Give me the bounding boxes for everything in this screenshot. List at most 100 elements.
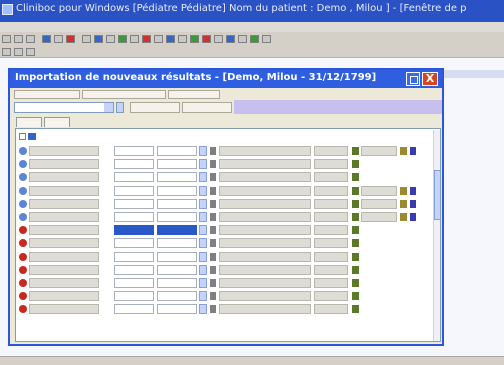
chevron-down-icon[interactable]: [199, 172, 207, 183]
toolbar-icon[interactable]: [130, 35, 139, 43]
toolbar-icon[interactable]: [178, 35, 187, 43]
edit-icon[interactable]: [352, 173, 359, 182]
reference-field[interactable]: [361, 212, 397, 222]
edit-icon[interactable]: [352, 226, 359, 235]
date-field[interactable]: [314, 278, 348, 288]
filter-dropdown[interactable]: [14, 102, 114, 113]
calendar-icon[interactable]: [210, 305, 216, 314]
chevron-down-icon[interactable]: [199, 198, 207, 209]
menu-bar[interactable]: [0, 22, 504, 32]
value-field[interactable]: [114, 251, 154, 262]
toolbar-icon[interactable]: [26, 48, 35, 56]
unit-select[interactable]: [157, 251, 197, 262]
table-row[interactable]: [19, 145, 427, 158]
value-field[interactable]: [114, 304, 154, 315]
date-field[interactable]: [314, 212, 348, 222]
result-field[interactable]: [219, 251, 311, 262]
calendar-icon[interactable]: [210, 160, 216, 169]
result-field[interactable]: [219, 264, 311, 275]
reference-field[interactable]: [361, 185, 397, 196]
table-row[interactable]: [19, 303, 427, 316]
table-row[interactable]: [19, 290, 427, 303]
edit-icon[interactable]: [352, 279, 359, 287]
table-row[interactable]: [19, 277, 427, 290]
chevron-down-icon[interactable]: [199, 185, 207, 196]
unit-select[interactable]: [157, 159, 197, 170]
edit-icon[interactable]: [352, 199, 359, 208]
date-field[interactable]: [314, 304, 348, 315]
calendar-icon[interactable]: [210, 173, 216, 182]
edit-icon[interactable]: [352, 186, 359, 195]
expand-all-button[interactable]: [130, 102, 180, 113]
date-field[interactable]: [314, 198, 348, 209]
toolbar-icon[interactable]: [238, 35, 247, 43]
value-field[interactable]: [114, 185, 154, 196]
date-field[interactable]: [314, 172, 348, 183]
value-field[interactable]: [114, 225, 154, 236]
tab-2[interactable]: [44, 117, 70, 127]
edit-icon[interactable]: [352, 265, 359, 274]
value-field[interactable]: [114, 238, 154, 249]
table-row[interactable]: [19, 224, 427, 237]
unit-select[interactable]: [157, 238, 197, 249]
toolbar-icon[interactable]: [250, 35, 259, 43]
edit-icon[interactable]: [352, 305, 359, 314]
calendar-icon[interactable]: [210, 265, 216, 274]
unit-select[interactable]: [157, 264, 197, 275]
toolbar-icon[interactable]: [214, 35, 223, 43]
unit-select[interactable]: [157, 146, 197, 156]
table-row[interactable]: [19, 237, 427, 250]
collapse-icon[interactable]: [19, 133, 26, 140]
edit-icon[interactable]: [352, 292, 359, 301]
toolbar-icon[interactable]: [262, 35, 271, 43]
calendar-icon[interactable]: [210, 199, 216, 208]
chevron-down-icon[interactable]: [199, 251, 207, 262]
date-field[interactable]: [314, 185, 348, 196]
value-field[interactable]: [114, 264, 154, 275]
calendar-icon[interactable]: [210, 239, 216, 248]
result-field[interactable]: [219, 212, 311, 222]
date-field[interactable]: [314, 291, 348, 302]
toolbar-icon[interactable]: [54, 35, 63, 43]
save-button[interactable]: [14, 90, 80, 99]
unit-select[interactable]: [157, 291, 197, 302]
table-row[interactable]: [19, 211, 427, 224]
chevron-down-icon[interactable]: [199, 291, 207, 302]
toolbar-icon[interactable]: [202, 35, 211, 43]
unit-select[interactable]: [157, 172, 197, 183]
result-field[interactable]: [219, 198, 311, 209]
calendar-icon[interactable]: [210, 292, 216, 301]
close-button[interactable]: X: [422, 72, 438, 86]
unit-select[interactable]: [157, 304, 197, 315]
table-row[interactable]: [19, 171, 427, 184]
restore-button[interactable]: [406, 72, 420, 86]
edit-icon[interactable]: [352, 239, 359, 248]
chevron-down-icon[interactable]: [199, 212, 207, 222]
edit-icon[interactable]: [352, 147, 359, 155]
unit-select[interactable]: [157, 225, 197, 236]
toolbar-icon[interactable]: [166, 35, 175, 43]
chevron-down-icon[interactable]: [199, 304, 207, 315]
chevron-down-icon[interactable]: [199, 159, 207, 170]
result-field[interactable]: [219, 304, 311, 315]
edit-icon[interactable]: [352, 213, 359, 221]
toolbar-icon[interactable]: [2, 35, 11, 43]
edit-icon[interactable]: [352, 160, 359, 169]
toolbar-icon[interactable]: [2, 48, 11, 56]
collapse-all-button[interactable]: [182, 102, 232, 113]
toolbar-icon[interactable]: [42, 35, 51, 43]
toolbar-button[interactable]: [168, 90, 220, 99]
toolbar-icon[interactable]: [14, 35, 23, 43]
date-field[interactable]: [314, 264, 348, 275]
chevron-down-icon[interactable]: [199, 146, 207, 156]
toolbar-icon[interactable]: [226, 35, 235, 43]
result-field[interactable]: [219, 238, 311, 249]
reference-field[interactable]: [361, 198, 397, 209]
result-field[interactable]: [219, 225, 311, 236]
unit-select[interactable]: [157, 212, 197, 222]
calendar-icon[interactable]: [210, 226, 216, 235]
edit-icon[interactable]: [352, 252, 359, 261]
reference-field[interactable]: [361, 146, 397, 156]
result-field[interactable]: [219, 291, 311, 302]
scrollbar-thumb[interactable]: [434, 170, 440, 220]
